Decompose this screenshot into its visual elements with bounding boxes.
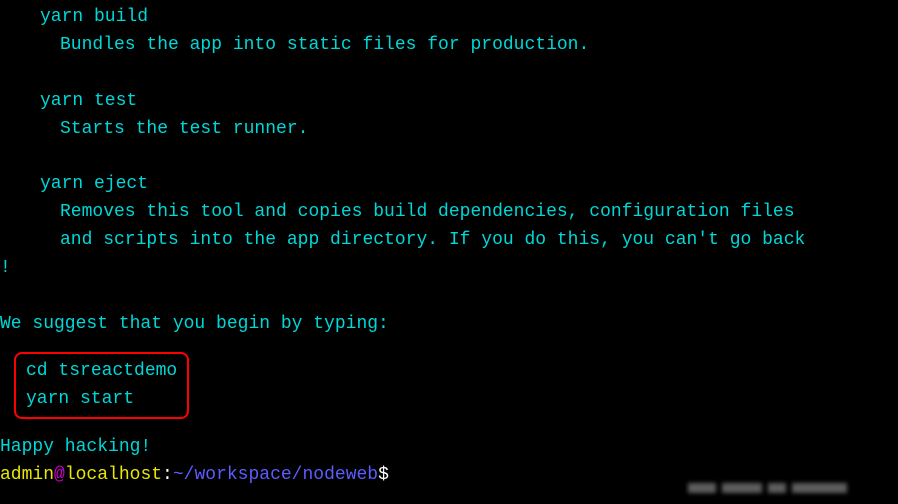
boxed-command-cd: cd tsreactdemo bbox=[26, 358, 177, 386]
blank-line bbox=[0, 339, 898, 348]
script-output: yarn build Bundles the app into static f… bbox=[0, 4, 898, 462]
blank-line bbox=[0, 283, 898, 311]
boxed-command-yarn-start: yarn start bbox=[26, 386, 177, 414]
prompt-host: localhost bbox=[65, 465, 162, 485]
suggest-line: We suggest that you begin by typing: bbox=[0, 311, 898, 339]
script-desc-eject-3: ! bbox=[0, 255, 898, 283]
blank-line bbox=[0, 143, 898, 171]
script-desc-eject-1: Removes this tool and copies build depen… bbox=[0, 199, 898, 227]
script-desc-test: Starts the test runner. bbox=[0, 116, 898, 144]
script-command-test: yarn test bbox=[0, 88, 898, 116]
cd-arg: tsreactdemo bbox=[48, 361, 178, 381]
happy-hacking-line: Happy hacking! bbox=[0, 434, 898, 462]
script-command-build: yarn build bbox=[0, 4, 898, 32]
script-desc-eject-2: and scripts into the app directory. If y… bbox=[0, 227, 898, 255]
terminal-output[interactable]: yarn build Bundles the app into static f… bbox=[0, 4, 898, 502]
prompt-dollar: $ bbox=[378, 465, 389, 485]
blank-line bbox=[0, 60, 898, 88]
prompt-colon: : bbox=[162, 465, 173, 485]
blank-line bbox=[0, 419, 898, 433]
blurred-text bbox=[688, 476, 888, 492]
script-command-eject: yarn eject bbox=[0, 171, 898, 199]
highlighted-commands-box: cd tsreactdemo yarn start bbox=[14, 352, 189, 420]
prompt-at: @ bbox=[54, 465, 65, 485]
script-desc-build: Bundles the app into static files for pr… bbox=[0, 32, 898, 60]
prompt-user: admin bbox=[0, 465, 54, 485]
cd-command: cd bbox=[26, 361, 48, 381]
prompt-path: ~/workspace/nodeweb bbox=[173, 465, 378, 485]
